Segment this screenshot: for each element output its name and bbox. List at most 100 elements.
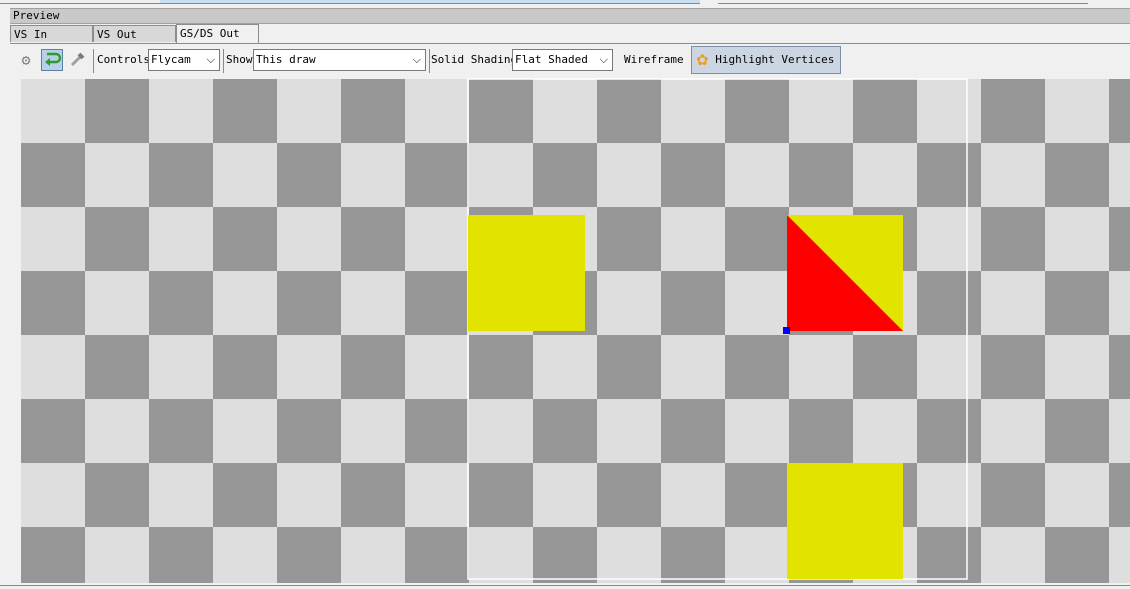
- preview-viewport[interactable]: [10, 76, 1130, 583]
- checker-cell: [85, 143, 149, 207]
- checker-cell: [405, 207, 469, 271]
- checker-cell: [725, 79, 789, 143]
- toolbar-separator: [93, 49, 94, 73]
- checker-cell: [149, 207, 213, 271]
- checker-cell: [725, 207, 789, 271]
- toolbar-separator: [429, 49, 430, 73]
- show-label: Show: [226, 53, 253, 66]
- checker-cell: [917, 207, 981, 271]
- checker-cell: [405, 335, 469, 399]
- checker-cell: [21, 79, 85, 143]
- checker-cell: [853, 399, 917, 463]
- checker-cell: [533, 399, 597, 463]
- checker-cell: [405, 79, 469, 143]
- top-strip-seg: [718, 0, 1088, 4]
- toolbar-separator: [223, 49, 224, 73]
- checker-cell: [85, 335, 149, 399]
- checker-cell: [213, 335, 277, 399]
- checker-cell: [469, 399, 533, 463]
- top-strip-seg-selected: [160, 0, 700, 4]
- checker-cell: [853, 143, 917, 207]
- tab-vs-in[interactable]: VS In: [10, 25, 93, 42]
- checker-cell: [341, 143, 405, 207]
- chevron-down-icon: ⌵: [599, 53, 608, 66]
- tab-vs-out[interactable]: VS Out: [93, 25, 176, 42]
- chevron-down-icon: ⌵: [412, 53, 421, 66]
- checker-cell: [597, 335, 661, 399]
- checker-cell: [341, 335, 405, 399]
- chevron-down-icon: ⌵: [206, 53, 215, 66]
- checker-cell: [213, 527, 277, 583]
- dropper-icon[interactable]: [67, 49, 89, 71]
- checker-cell: [597, 527, 661, 583]
- flower-icon: ✿: [696, 51, 709, 69]
- checker-cell: [21, 207, 85, 271]
- checker-cell: [661, 207, 725, 271]
- checker-cell: [981, 207, 1045, 271]
- checker-cell: [85, 463, 149, 527]
- panel-title: Preview: [13, 9, 60, 22]
- checker-cell: [85, 271, 149, 335]
- checker-cell: [661, 79, 725, 143]
- checker-cell: [789, 143, 853, 207]
- checker-cell: [469, 143, 533, 207]
- checker-cell: [277, 399, 341, 463]
- wireframe-label[interactable]: Wireframe: [624, 53, 684, 67]
- checker-cell: [981, 527, 1045, 583]
- highlight-vertices-button[interactable]: ✿ Highlight Vertices: [691, 46, 842, 74]
- checker-cell: [789, 399, 853, 463]
- checker-cell: [597, 399, 661, 463]
- checker-cell: [405, 463, 469, 527]
- checker-cell: [149, 79, 213, 143]
- checker-cell: [149, 399, 213, 463]
- checker-cell: [213, 143, 277, 207]
- gear-icon[interactable]: ⚙: [15, 49, 37, 71]
- checker-cell: [853, 79, 917, 143]
- checker-cell: [21, 271, 85, 335]
- solid-shading-select[interactable]: Flat Shaded ⌵: [512, 49, 613, 71]
- checker-cell: [213, 79, 277, 143]
- checker-cell: [661, 271, 725, 335]
- checker-cell: [213, 271, 277, 335]
- checker-cell: [1109, 79, 1130, 143]
- checker-cell: [341, 399, 405, 463]
- checker-cell: [469, 527, 533, 583]
- checker-cell: [661, 335, 725, 399]
- checker-cell: [1109, 463, 1130, 527]
- checker-cell: [661, 463, 725, 527]
- checker-cell: [149, 335, 213, 399]
- checker-cell: [213, 463, 277, 527]
- controls-label: Controls: [97, 53, 150, 66]
- checker-cell: [1045, 79, 1109, 143]
- quad-top-left: [468, 215, 585, 331]
- checker-cell: [725, 463, 789, 527]
- checker-cell: [1045, 207, 1109, 271]
- checker-cell: [1045, 335, 1109, 399]
- checker-cell: [725, 527, 789, 583]
- checker-cell: [21, 143, 85, 207]
- checker-cell: [277, 207, 341, 271]
- checker-cell: [917, 463, 981, 527]
- show-select[interactable]: This draw ⌵: [253, 49, 426, 71]
- quad-bottom: [787, 463, 903, 579]
- tab-gs-ds-out[interactable]: GS/DS Out: [176, 24, 259, 43]
- checker-cell: [469, 463, 533, 527]
- checker-cell: [21, 463, 85, 527]
- checker-cell: [149, 463, 213, 527]
- checker-cell: [341, 207, 405, 271]
- checker-cell: [917, 527, 981, 583]
- checker-cell: [1109, 207, 1130, 271]
- checker-cell: [85, 527, 149, 583]
- panel-title-bar: Preview: [10, 8, 1130, 24]
- checker-cell: [597, 463, 661, 527]
- checker-cell: [981, 79, 1045, 143]
- checker-cell: [1109, 271, 1130, 335]
- checker-cell: [533, 79, 597, 143]
- checker-cell: [405, 143, 469, 207]
- flip-arrow-icon[interactable]: [41, 49, 63, 71]
- viewport-canvas[interactable]: [10, 76, 1130, 583]
- checker-cell: [341, 463, 405, 527]
- solid-shading-label: Solid Shading: [431, 53, 518, 66]
- controls-select[interactable]: Flycam ⌵: [148, 49, 220, 71]
- checker-cell: [149, 527, 213, 583]
